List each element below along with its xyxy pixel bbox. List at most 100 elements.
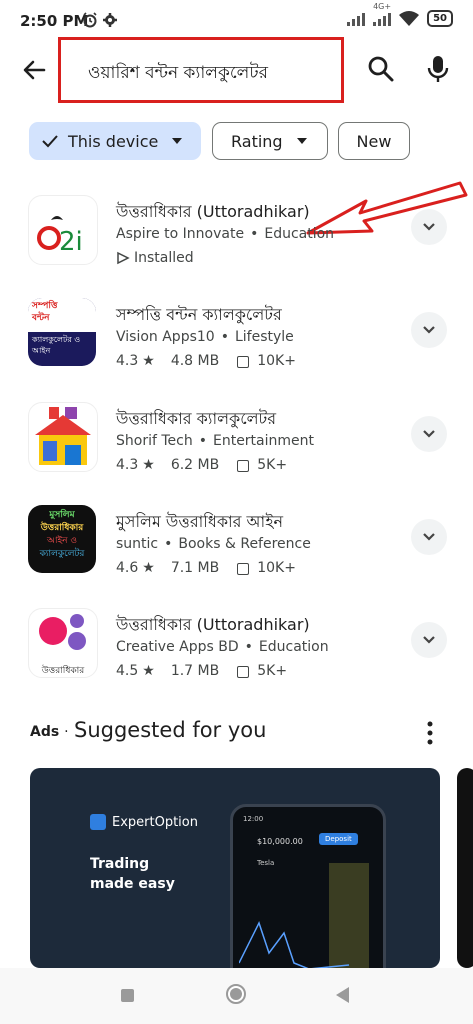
app-stats: 4.3 ★ 6.2 MB 5K+ xyxy=(116,457,287,473)
system-nav-bar xyxy=(0,968,473,1024)
app-category: Entertainment xyxy=(212,433,315,449)
status-time: 2:50 PM xyxy=(20,12,89,30)
app-category: Lifestyle xyxy=(234,329,294,345)
star-icon: ★ xyxy=(142,353,155,369)
expand-button[interactable] xyxy=(411,416,447,452)
back-arrow-icon[interactable] xyxy=(18,54,50,86)
app-rating: 4.3 xyxy=(116,457,139,473)
icon-text: উত্তরাধিকার xyxy=(40,523,84,533)
app-icon[interactable]: উত্তরাধিকার xyxy=(28,608,98,678)
installed-icon xyxy=(117,251,130,265)
dots-logo-icon xyxy=(39,614,86,650)
mic-icon[interactable] xyxy=(421,52,455,86)
chevron-down-icon xyxy=(423,636,435,644)
signal-icon xyxy=(347,12,366,26)
app-downloads: 5K+ xyxy=(257,457,288,473)
app-downloads: 10K+ xyxy=(257,353,296,369)
filter-chip-rating[interactable]: Rating xyxy=(212,122,328,160)
app-icon[interactable]: মুসলিম উত্তরাধিকার আইন ও ক্যালকুলেটর xyxy=(28,505,96,573)
app-icon[interactable] xyxy=(28,402,98,472)
svg-text:2i: 2i xyxy=(59,227,83,257)
app-developer: Creative Apps BD xyxy=(116,639,239,655)
phone-time: 12:00 xyxy=(243,815,264,823)
app-stats: 4.6 ★ 7.1 MB 10K+ xyxy=(116,560,296,576)
app-developer-category: Shorif Tech • Entertainment xyxy=(116,433,315,449)
app-developer-category: Creative Apps BD • Education xyxy=(116,639,329,655)
check-icon xyxy=(42,135,58,148)
battery-icon: 50 xyxy=(427,10,453,27)
app-stats: 4.5 ★ 1.7 MB 5K+ xyxy=(116,663,287,679)
app-developer: Aspire to Innovate xyxy=(116,226,245,242)
phone-balance: $10,000.00 xyxy=(257,837,303,846)
search-icon[interactable] xyxy=(364,52,398,86)
star-icon: ★ xyxy=(142,663,155,679)
app-rating: 4.6 xyxy=(116,560,139,576)
icon-text: বন্টন xyxy=(32,313,50,323)
phone-chart-line xyxy=(239,921,350,968)
app-title[interactable]: উত্তরাধিকার ক্যালকুলেটর xyxy=(116,406,276,433)
network-type-label: 4G+ xyxy=(373,1,392,11)
app-title[interactable]: উত্তরাধিকার (Uttoradhikar) xyxy=(116,199,310,226)
filter-chip-new[interactable]: New xyxy=(338,122,410,160)
app-rating: 4.5 xyxy=(116,663,139,679)
house-icon xyxy=(35,407,91,465)
ads-label: Ads · xyxy=(30,724,69,740)
icon-text: সম্পত্তি xyxy=(32,301,58,311)
filter-chip-this-device[interactable]: This device xyxy=(29,122,201,160)
chevron-down-icon xyxy=(296,138,307,144)
nav-home-icon[interactable] xyxy=(226,984,246,1004)
app-title[interactable]: সম্পত্তি বন্টন ক্যালকুলেটর xyxy=(116,302,282,329)
app-rating: 4.3 xyxy=(116,353,139,369)
status-bar: 2:50 PM 4G+ 50 xyxy=(0,0,473,40)
icon-text: আইন ও xyxy=(46,536,78,546)
section-title: Suggested for you xyxy=(74,718,267,742)
chip-label: This device xyxy=(68,131,159,151)
app-developer-category: Vision Apps10 • Lifestyle xyxy=(116,329,294,345)
settings-icon xyxy=(103,13,117,27)
more-vert-icon[interactable] xyxy=(420,720,440,746)
app-developer-category: suntic • Books & Reference xyxy=(116,536,311,552)
icon-text: আইন xyxy=(32,346,51,355)
app-stats: 4.3 ★ 4.8 MB 10K+ xyxy=(116,353,296,369)
ad-banner[interactable]: ExpertOption Trading made easy 12:00 $10,… xyxy=(30,768,440,968)
app-developer: Vision Apps10 xyxy=(116,329,215,345)
app-size: 6.2 MB xyxy=(170,457,220,473)
app-icon[interactable]: 2i xyxy=(28,195,98,265)
app-title[interactable]: উত্তরাধিকার (Uttoradhikar) xyxy=(116,612,310,639)
search-input[interactable]: ওয়ারিশ বন্টন ক্যালকুলেটর xyxy=(88,60,268,88)
app-icon[interactable]: সম্পত্তি বন্টন ক্যালকুলেটর ও আইন xyxy=(28,298,96,366)
nav-back-icon[interactable] xyxy=(336,987,350,1003)
icon-text: উত্তরাধিকার xyxy=(41,666,85,676)
chevron-down-icon xyxy=(423,430,435,438)
app-category: Books & Reference xyxy=(178,536,311,552)
ad-banner-next[interactable] xyxy=(457,768,473,968)
a2i-logo-icon: 2i xyxy=(37,216,83,257)
ad-brand: ExpertOption xyxy=(90,814,198,830)
icon-text: ক্যালকুলেটর xyxy=(39,549,85,559)
installed-label: Installed xyxy=(134,250,194,266)
app-size: 1.7 MB xyxy=(170,663,220,679)
nav-recents-icon[interactable] xyxy=(121,989,134,1002)
phone-deposit-button: Deposit xyxy=(319,833,358,845)
chip-label: Rating xyxy=(231,131,283,151)
download-icon xyxy=(237,460,250,472)
app-size: 4.8 MB xyxy=(170,353,220,369)
expand-button[interactable] xyxy=(411,312,447,348)
app-category: Education xyxy=(258,639,329,655)
app-category: Education xyxy=(264,226,335,242)
expand-button[interactable] xyxy=(411,622,447,658)
ad-tagline: Trading made easy xyxy=(90,856,175,892)
status-icons: 4G+ 50 xyxy=(347,2,453,27)
app-downloads: 10K+ xyxy=(257,560,296,576)
ad-phone-mockup: 12:00 $10,000.00 Deposit Tesla xyxy=(230,804,386,968)
download-icon xyxy=(237,356,250,368)
icon-text: ক্যালকুলেটর ও xyxy=(32,335,81,344)
chevron-down-icon xyxy=(172,138,183,144)
app-developer-category: Aspire to Innovate • Education xyxy=(116,226,335,242)
wifi-icon xyxy=(399,10,420,26)
expand-button[interactable] xyxy=(411,519,447,555)
expand-button[interactable] xyxy=(411,209,447,245)
download-icon xyxy=(237,563,250,575)
app-developer: Shorif Tech xyxy=(116,433,193,449)
app-title[interactable]: মুসলিম উত্তরাধিকার আইন xyxy=(116,509,283,536)
